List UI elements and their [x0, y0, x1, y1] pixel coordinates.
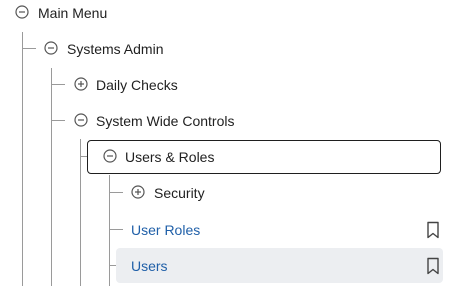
collapse-icon[interactable]	[103, 149, 117, 163]
bookmark-icon[interactable]	[426, 221, 440, 239]
expand-icon[interactable]	[131, 185, 145, 199]
tree-link-users[interactable]: Users	[131, 257, 168, 275]
tree-item-security[interactable]: Security	[154, 184, 205, 202]
tree-item-system-wide-controls[interactable]: System Wide Controls	[96, 112, 234, 130]
collapse-icon[interactable]	[15, 5, 29, 19]
bookmark-icon[interactable]	[426, 257, 440, 275]
tree-connector	[22, 48, 36, 49]
menu-tree: Main Menu Systems Admin Daily Checks Sys…	[0, 0, 454, 286]
tree-item-systems-admin[interactable]: Systems Admin	[67, 40, 163, 58]
tree-line	[22, 32, 23, 286]
expand-icon[interactable]	[74, 77, 88, 91]
tree-line	[80, 139, 81, 286]
collapse-icon[interactable]	[44, 41, 58, 55]
tree-link-user-roles[interactable]: User Roles	[131, 221, 200, 239]
tree-item-users-roles[interactable]: Users & Roles	[125, 148, 214, 166]
tree-connector	[109, 192, 123, 193]
tree-item-main-menu[interactable]: Main Menu	[38, 4, 107, 22]
collapse-icon[interactable]	[74, 113, 88, 127]
tree-item-daily-checks[interactable]: Daily Checks	[96, 76, 178, 94]
tree-connector	[51, 84, 65, 85]
tree-connector	[51, 120, 65, 121]
tree-line	[51, 68, 52, 286]
tree-connector	[109, 229, 123, 230]
